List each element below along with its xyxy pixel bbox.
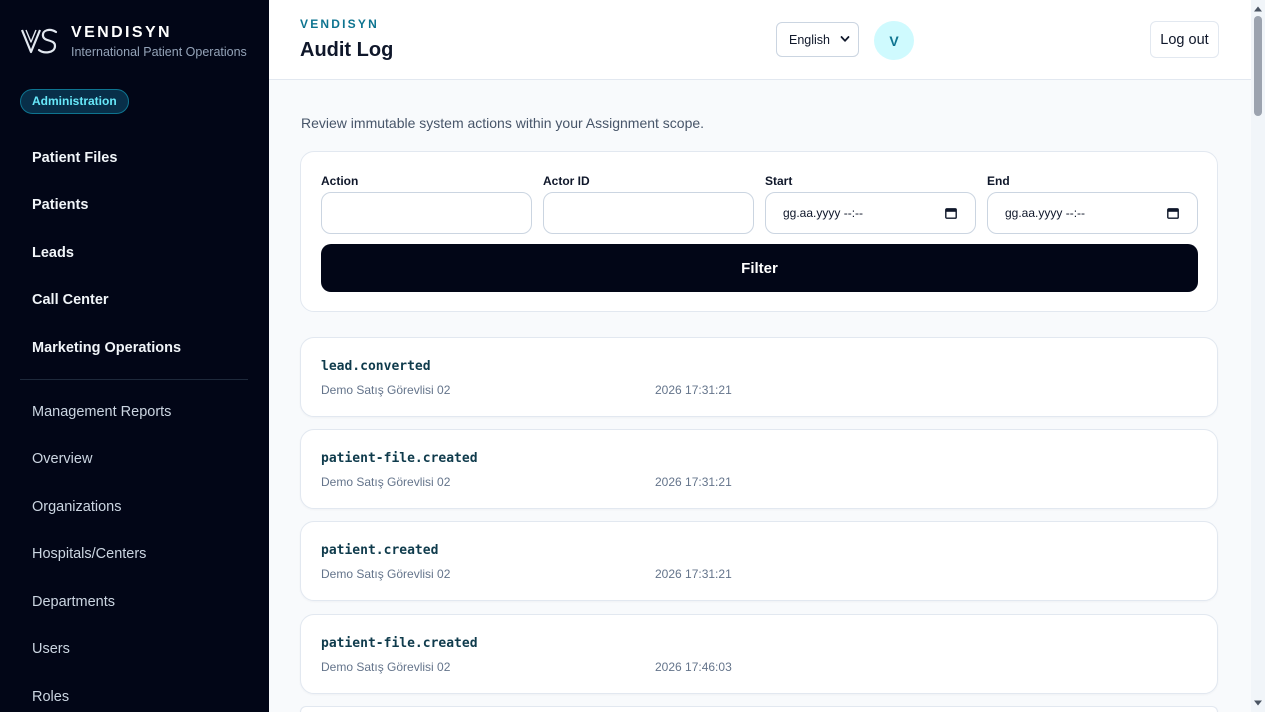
filter-panel: Action Actor ID Start gg.aa.yyyy --:-- E… xyxy=(300,151,1218,312)
brand-name: VENDISYN xyxy=(71,24,172,41)
filter-button[interactable]: Filter xyxy=(321,244,1198,292)
log-actor: Demo Satış Görevlisi 02 xyxy=(321,475,451,489)
scroll-thumb[interactable] xyxy=(1254,16,1262,116)
language-select[interactable]: English xyxy=(776,22,859,57)
scroll-up-arrow-icon[interactable] xyxy=(1253,4,1263,14)
sidebar-item-hospitals-centers[interactable]: Hospitals/Centers xyxy=(32,545,146,563)
sidebar-item-patients[interactable]: Patients xyxy=(32,196,88,214)
actor-id-input[interactable] xyxy=(543,192,754,234)
log-action: patient-file.created xyxy=(321,451,478,466)
brand-subtitle: International Patient Operations xyxy=(71,45,247,59)
intro-text: Review immutable system actions within y… xyxy=(301,115,705,131)
sidebar-item-departments[interactable]: Departments xyxy=(32,593,115,611)
list-item[interactable] xyxy=(300,706,1218,712)
list-item[interactable]: patient-file.created Demo Satış Görevlis… xyxy=(300,429,1218,509)
sidebar-item-overview[interactable]: Overview xyxy=(32,450,92,468)
end-datetime-placeholder: gg.aa.yyyy --:-- xyxy=(1005,206,1086,220)
sidebar-item-patient-files[interactable]: Patient Files xyxy=(32,149,117,167)
sidebar: VENDISYN International Patient Operation… xyxy=(0,0,269,712)
actor-id-label: Actor ID xyxy=(543,174,590,188)
action-label: Action xyxy=(321,174,359,188)
sidebar-item-call-center[interactable]: Call Center xyxy=(32,291,109,309)
log-action: patient-file.created xyxy=(321,636,478,651)
chevron-down-icon xyxy=(840,36,850,42)
calendar-icon[interactable] xyxy=(1167,207,1179,219)
list-item[interactable]: patient.created Demo Satış Görevlisi 02 … xyxy=(300,521,1218,601)
log-timestamp: 2026 17:31:21 xyxy=(655,475,732,489)
calendar-icon[interactable] xyxy=(945,207,957,219)
sidebar-item-management-reports[interactable]: Management Reports xyxy=(32,403,171,421)
vendisyn-logo-icon xyxy=(20,28,58,54)
list-item[interactable]: lead.converted Demo Satış Görevlisi 02 2… xyxy=(300,337,1218,417)
end-label: End xyxy=(987,174,1010,188)
log-actor: Demo Satış Görevlisi 02 xyxy=(321,567,451,581)
log-timestamp: 2026 17:46:03 xyxy=(655,660,732,674)
log-action: patient.created xyxy=(321,543,439,558)
start-datetime-input[interactable]: gg.aa.yyyy --:-- xyxy=(765,192,976,234)
sidebar-item-marketing-operations[interactable]: Marketing Operations xyxy=(32,339,181,357)
action-input[interactable] xyxy=(321,192,532,234)
language-select-value: English xyxy=(789,32,830,47)
header-eyebrow: VENDISYN xyxy=(300,17,379,31)
scroll-down-arrow-icon[interactable] xyxy=(1253,698,1263,708)
log-timestamp: 2026 17:31:21 xyxy=(655,383,732,397)
log-actor: Demo Satış Görevlisi 02 xyxy=(321,660,451,674)
list-item[interactable]: patient-file.created Demo Satış Görevlis… xyxy=(300,614,1218,694)
brand[interactable]: VENDISYN International Patient Operation… xyxy=(20,24,247,59)
sidebar-item-roles[interactable]: Roles xyxy=(32,688,69,706)
scrollbar[interactable] xyxy=(1251,0,1265,712)
logout-button[interactable]: Log out xyxy=(1150,21,1219,58)
role-badge: Administration xyxy=(20,89,129,114)
page-title: Audit Log xyxy=(300,39,394,61)
avatar[interactable]: V xyxy=(874,21,914,60)
sidebar-divider xyxy=(20,379,248,380)
sidebar-item-organizations[interactable]: Organizations xyxy=(32,498,121,516)
log-actor: Demo Satış Görevlisi 02 xyxy=(321,383,451,397)
log-timestamp: 2026 17:31:21 xyxy=(655,567,732,581)
sidebar-item-users[interactable]: Users xyxy=(32,640,70,658)
start-label: Start xyxy=(765,174,793,188)
sidebar-item-leads[interactable]: Leads xyxy=(32,244,74,262)
end-datetime-input[interactable]: gg.aa.yyyy --:-- xyxy=(987,192,1198,234)
start-datetime-placeholder: gg.aa.yyyy --:-- xyxy=(783,206,864,220)
page-header: VENDISYN Audit Log English V Log out xyxy=(269,0,1251,80)
log-action: lead.converted xyxy=(321,359,431,374)
